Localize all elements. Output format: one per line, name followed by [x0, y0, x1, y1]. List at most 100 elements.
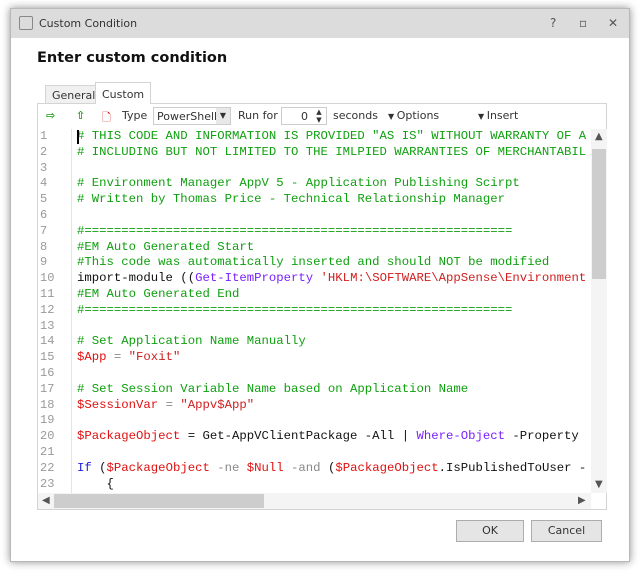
- code-editor[interactable]: 1 2 3 4 5 6 7 8 9 10 11 12 13 14 15 16 17 18 19 20 21 22 23 # …: [38, 129, 607, 509]
- vertical-scroll-thumb[interactable]: [592, 149, 606, 279]
- options-menu[interactable]: ▼ Options: [388, 109, 439, 122]
- line-number: 15: [40, 350, 55, 365]
- code-token: $SessionVar: [77, 397, 159, 412]
- line-number: 8: [40, 239, 48, 254]
- code-line: $App = "Foxit": [77, 350, 586, 366]
- custom-condition-dialog: Custom Condition ? ▫ ✕ Enter custom cond…: [10, 8, 630, 562]
- caret-down-icon: ▼: [478, 112, 487, 121]
- code-token: #EM Auto Generated Start: [77, 239, 255, 254]
- code-token: #This code was automatically inserted an…: [77, 255, 550, 270]
- run-for-stepper[interactable]: 0 ▲ ▼: [281, 107, 327, 125]
- line-number: 21: [40, 444, 55, 459]
- line-number: 23: [40, 476, 55, 491]
- line-number: 12: [40, 302, 55, 317]
- line-number: 16: [40, 365, 55, 380]
- code-token: If: [77, 460, 92, 475]
- line-number: 20: [40, 429, 55, 444]
- code-line: # Set Application Name Manually: [77, 334, 586, 350]
- code-line: $SessionVar = "Appv$App": [77, 398, 586, 414]
- code-token: -ne: [209, 460, 247, 475]
- type-select[interactable]: PowerShell ▼: [153, 107, 231, 125]
- code-token: Get-ItemProperty: [195, 271, 314, 286]
- code-token: {: [77, 476, 114, 491]
- line-number: 5: [40, 192, 48, 207]
- caret-down-icon: ▼: [388, 112, 397, 121]
- import-icon[interactable]: ⇨: [46, 109, 55, 122]
- run-for-value: 0: [301, 110, 308, 123]
- code-token: "Foxit": [128, 350, 181, 365]
- text-cursor: [77, 130, 79, 144]
- condition-gear-icon: [19, 16, 33, 30]
- line-number: 10: [40, 271, 55, 286]
- line-number: 2: [40, 144, 48, 159]
- tab-general[interactable]: General: [45, 85, 103, 104]
- line-number: 9: [40, 255, 48, 270]
- stepper-arrows-icon[interactable]: ▲ ▼: [312, 108, 326, 124]
- export-icon[interactable]: ⇧: [76, 109, 85, 122]
- code-token: $Null: [246, 460, 284, 475]
- code-line: #=======================================…: [77, 303, 586, 319]
- insert-label: Insert: [486, 109, 519, 122]
- code-token: # Written by Thomas Price - Technical Re…: [77, 192, 506, 207]
- scroll-down-icon[interactable]: ▼: [595, 479, 603, 490]
- vertical-scrollbar[interactable]: ▲ ▼: [591, 129, 607, 493]
- cancel-button[interactable]: Cancel: [531, 520, 602, 542]
- line-number: 1: [40, 129, 48, 143]
- horizontal-scroll-thumb[interactable]: [54, 494, 264, 508]
- code-token: -and: [283, 460, 328, 475]
- run-for-label: Run for: [238, 109, 278, 122]
- code-token: # Environment Manager AppV 5 - Applicati…: [77, 176, 520, 191]
- page-title: Enter custom condition: [37, 50, 228, 66]
- title-bar: Custom Condition ? ▫ ✕: [11, 9, 629, 38]
- help-icon[interactable]: ?: [550, 16, 556, 30]
- code-line: $PackageObject = Get-AppVClientPackage -…: [77, 429, 586, 445]
- scroll-left-icon[interactable]: ◀: [42, 495, 50, 506]
- code-token: = Get-AppVClientPackage -All |: [180, 429, 417, 444]
- code-area[interactable]: # THIS CODE AND INFORMATION IS PROVIDED …: [77, 129, 586, 492]
- line-number: 6: [40, 207, 48, 222]
- insert-menu[interactable]: ▼ Insert: [478, 109, 518, 122]
- ok-button[interactable]: OK: [456, 520, 524, 542]
- options-label: Options: [396, 109, 440, 122]
- clear-icon[interactable]: 🗋: [102, 109, 111, 128]
- code-line: #=======================================…: [77, 224, 586, 240]
- code-token: # Set Application Name Manually: [77, 334, 306, 349]
- code-token: $PackageObject: [77, 429, 181, 444]
- code-token: # INCLUDING BUT NOT LIMITED TO THE IMLPI…: [77, 144, 587, 159]
- restore-icon[interactable]: ▫: [579, 16, 587, 30]
- code-token: -Property: [505, 429, 579, 444]
- horizontal-scrollbar[interactable]: ◀ ▶: [38, 493, 591, 509]
- code-token: =: [106, 350, 129, 365]
- line-number: 14: [40, 334, 55, 349]
- code-token: (: [91, 460, 107, 475]
- toolbar: ⇨ ⇧ 🗋 Type PowerShell ▼ Run for 0 ▲ ▼ secon…: [38, 104, 606, 128]
- scroll-up-icon[interactable]: ▲: [595, 131, 603, 142]
- line-number: 17: [40, 381, 55, 396]
- code-token: =: [158, 397, 181, 412]
- code-line: #EM Auto Generated Start: [77, 240, 586, 256]
- tab-custom[interactable]: Custom: [95, 82, 152, 104]
- code-line: If ($PackageObject -ne $Null -and ($Pack…: [77, 461, 586, 477]
- line-number: 7: [40, 223, 48, 238]
- type-label: Type: [122, 109, 148, 122]
- window-title: Custom Condition: [39, 17, 138, 30]
- chevron-down-icon: ▼: [216, 108, 230, 124]
- scroll-right-icon[interactable]: ▶: [578, 495, 586, 506]
- code-token: import-module ((: [77, 271, 196, 286]
- code-line: # THIS CODE AND INFORMATION IS PROVIDED …: [77, 129, 586, 145]
- custom-panel: ⇨ ⇧ 🗋 Type PowerShell ▼ Run for 0 ▲ ▼ secon…: [37, 103, 607, 510]
- line-number: 4: [40, 176, 48, 191]
- code-token: #=======================================…: [77, 223, 513, 238]
- code-token: $App: [77, 350, 107, 365]
- code-token: "Appv$App": [180, 397, 255, 412]
- code-line: # Environment Manager AppV 5 - Applicati…: [77, 176, 586, 192]
- code-line: # INCLUDING BUT NOT LIMITED TO THE IMLPI…: [77, 145, 586, 161]
- line-number: 22: [40, 460, 55, 475]
- line-number-gutter: 1 2 3 4 5 6 7 8 9 10 11 12 13 14 15 16 17 18 19 20 21 22 23: [38, 129, 72, 509]
- close-icon[interactable]: ✕: [608, 16, 618, 30]
